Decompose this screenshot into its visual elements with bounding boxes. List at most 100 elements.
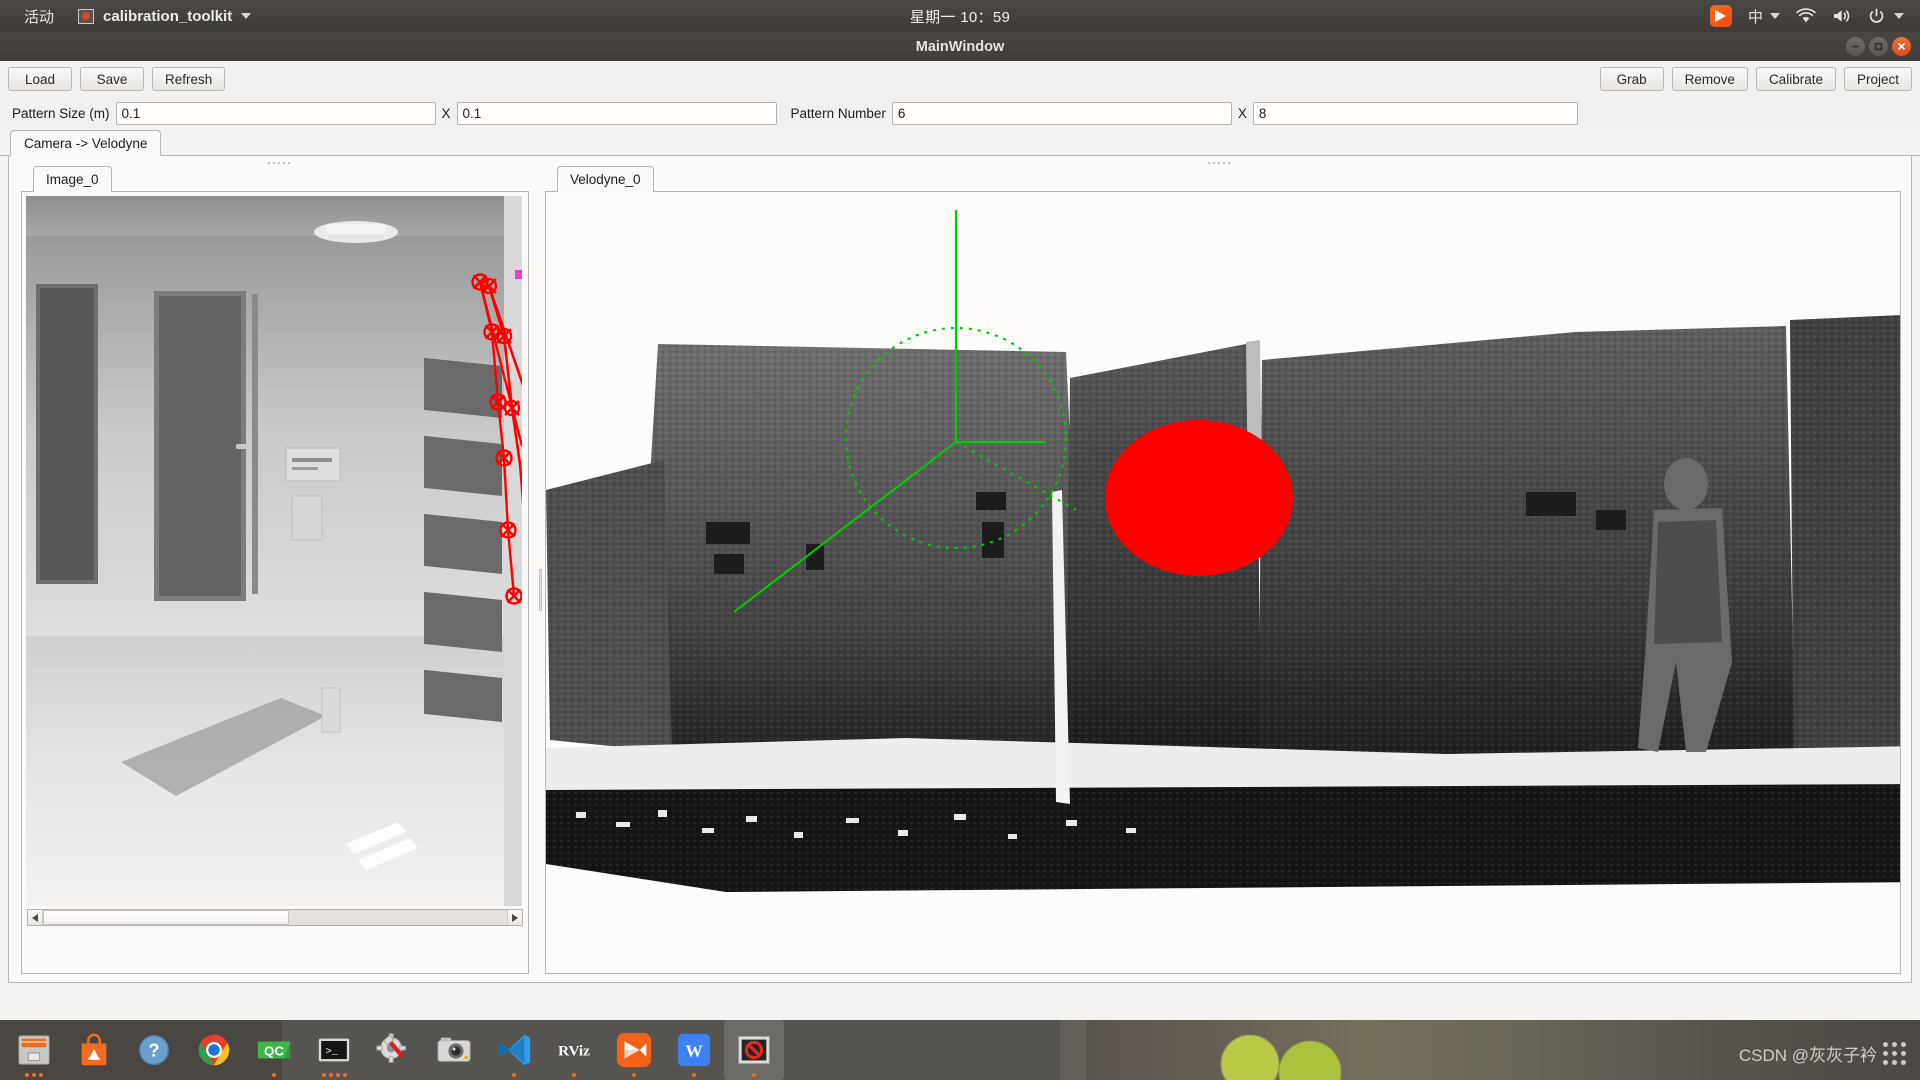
clock[interactable]: 星期一 10：59 xyxy=(800,6,1120,27)
scrollbar-track[interactable] xyxy=(43,910,507,925)
running-indicator xyxy=(544,1073,604,1077)
svg-text:W: W xyxy=(685,1042,702,1061)
dock-item-rviz[interactable]: RViz xyxy=(544,1020,604,1080)
pattern-number-y-input[interactable] xyxy=(1252,101,1578,125)
wifi-icon[interactable] xyxy=(1788,0,1824,32)
window-title-bar: MainWindow xyxy=(0,32,1920,61)
qtcreator-icon: QC xyxy=(257,1041,291,1059)
pattern-number-x-input[interactable] xyxy=(891,101,1232,125)
tab-velodyne-0[interactable]: Velodyne_0 xyxy=(557,166,654,192)
input-method-indicator[interactable]: 中 xyxy=(1740,0,1788,32)
calibration-toolkit-icon xyxy=(738,1036,770,1064)
dock-item-ubuntu-software[interactable] xyxy=(64,1020,124,1080)
activities-button[interactable]: 活动 xyxy=(10,6,68,27)
running-indicator xyxy=(4,1073,64,1077)
tab-camera-to-velodyne[interactable]: Camera -> Velodyne xyxy=(10,130,162,156)
top-bar-indicators: 中 xyxy=(1702,0,1920,32)
window-controls xyxy=(1846,32,1911,61)
pattern-size-label: Pattern Size (m) xyxy=(12,105,110,121)
wps-icon: W xyxy=(677,1033,711,1067)
camera-image-view[interactable] xyxy=(26,196,522,906)
selected-region-marker xyxy=(1105,420,1293,576)
running-indicator xyxy=(604,1073,664,1077)
foxmail-tray-icon[interactable] xyxy=(1702,0,1740,32)
camera-image-frame xyxy=(21,191,529,974)
dock-item-vscode[interactable] xyxy=(484,1020,544,1080)
files-icon xyxy=(18,1035,50,1065)
dock-item-qtcreator[interactable]: QC xyxy=(244,1020,304,1080)
app-menu-button[interactable]: calibration_toolkit xyxy=(68,8,261,25)
running-indicator xyxy=(484,1073,544,1077)
chrome-icon xyxy=(198,1034,230,1066)
ubuntu-software-icon xyxy=(81,1033,107,1066)
vscode-icon xyxy=(498,1034,531,1066)
camera-icon xyxy=(437,1037,471,1062)
project-button[interactable]: Project xyxy=(1843,67,1912,91)
pattern-size-x-input[interactable] xyxy=(115,101,436,125)
page-title: MainWindow xyxy=(915,38,1005,55)
svg-text:>_: >_ xyxy=(325,1046,338,1058)
dock-item-help[interactable]: ? xyxy=(124,1020,184,1080)
image-horizontal-scrollbar[interactable] xyxy=(27,909,523,926)
pattern-number-label: Pattern Number xyxy=(790,105,886,121)
running-indicator xyxy=(664,1073,724,1077)
svg-text:RViz: RViz xyxy=(558,1043,590,1060)
camera-corner-markers xyxy=(471,273,522,605)
minimize-button[interactable] xyxy=(1846,37,1865,56)
svg-text:QC: QC xyxy=(264,1044,284,1059)
running-indicator xyxy=(244,1073,304,1077)
top-bar-left: 活动 calibration_toolkit xyxy=(0,6,261,27)
pattern-size-separator: X xyxy=(441,105,451,121)
app-menu-label: calibration_toolkit xyxy=(103,7,233,25)
remove-button[interactable]: Remove xyxy=(1671,67,1748,91)
help-icon: ? xyxy=(139,1035,169,1065)
save-button[interactable]: Save xyxy=(80,67,144,91)
system-top-bar: 活动 calibration_toolkit 星期一 10：59 中 xyxy=(0,0,1920,32)
velodyne-view-frame xyxy=(545,191,1901,974)
chevron-down-icon xyxy=(1894,13,1904,19)
main-window: MainWindow Load Save Refresh Grab Remove… xyxy=(0,32,1920,1020)
dock-item-camera[interactable] xyxy=(424,1020,484,1080)
calibrate-button[interactable]: Calibrate xyxy=(1755,67,1836,91)
dock-item-wps[interactable]: W xyxy=(664,1020,724,1080)
dock-item-foxmail[interactable] xyxy=(604,1020,664,1080)
svg-text:?: ? xyxy=(148,1041,159,1061)
dock-item-terminal[interactable]: >_ xyxy=(304,1020,364,1080)
close-button[interactable] xyxy=(1892,37,1911,56)
tab-image-0[interactable]: Image_0 xyxy=(33,166,112,192)
scroll-left-button[interactable] xyxy=(28,910,43,925)
power-icon[interactable] xyxy=(1860,0,1912,32)
settings-icon xyxy=(376,1033,406,1063)
pattern-number-separator: X xyxy=(1237,105,1247,121)
pattern-size-y-input[interactable] xyxy=(456,101,777,125)
velodyne-panel: Velodyne_0 xyxy=(545,156,1911,982)
panel-splitter[interactable] xyxy=(537,156,545,982)
dock-item-chrome[interactable] xyxy=(184,1020,244,1080)
app-square-icon xyxy=(78,8,95,24)
grab-button[interactable]: Grab xyxy=(1599,67,1664,91)
dock-item-calibration-toolkit[interactable] xyxy=(724,1020,784,1080)
foxmail-icon xyxy=(616,1032,652,1068)
pointcloud-svg xyxy=(546,192,1900,973)
terminal-icon: >_ xyxy=(318,1038,350,1062)
launcher-dock: ? QC >_ RViz W xyxy=(0,1020,1920,1080)
scroll-right-button[interactable] xyxy=(507,910,522,925)
refresh-button[interactable]: Refresh xyxy=(152,67,226,91)
dock-item-files[interactable] xyxy=(4,1020,64,1080)
parameters-row: Pattern Size (m) X Pattern Number X xyxy=(0,97,1920,129)
desktop-wallpaper-strip xyxy=(1060,1020,1920,1080)
chevron-down-icon xyxy=(241,13,252,19)
volume-icon[interactable] xyxy=(1824,0,1860,32)
calibration-pane: Image_0 Velodyne_0 xyxy=(8,156,1912,983)
toolbar-right-group: Grab Remove Calibrate Project xyxy=(1592,61,1912,97)
dock-item-settings[interactable] xyxy=(364,1020,424,1080)
running-indicator xyxy=(304,1073,364,1077)
velodyne-pointcloud-view[interactable] xyxy=(546,192,1900,973)
main-tab-strip: Camera -> Velodyne xyxy=(0,129,1920,156)
maximize-button[interactable] xyxy=(1869,37,1888,56)
chevron-down-icon xyxy=(1770,13,1780,19)
load-button[interactable]: Load xyxy=(8,67,72,91)
scrollbar-thumb[interactable] xyxy=(43,910,289,925)
camera-image-wrapper xyxy=(22,192,528,973)
running-indicator xyxy=(724,1073,784,1077)
